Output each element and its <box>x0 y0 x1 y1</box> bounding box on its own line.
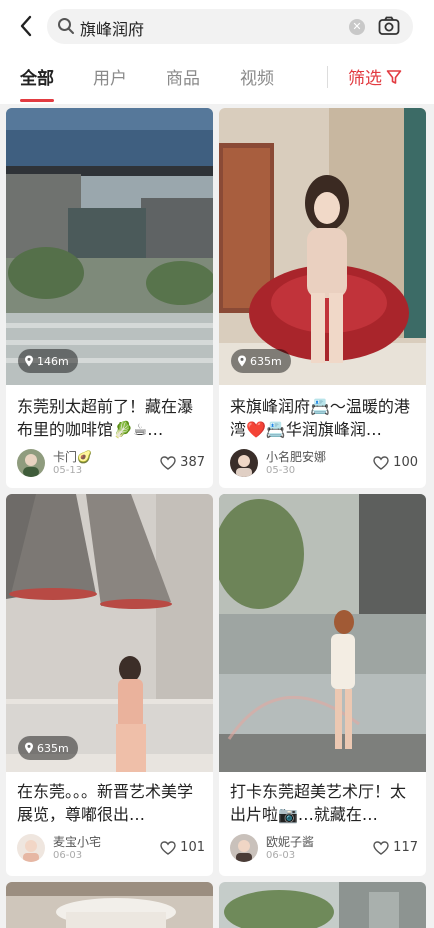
like-button[interactable]: 387 <box>160 455 205 470</box>
author-name[interactable]: 麦宝小宅 <box>53 833 101 850</box>
distance-badge: 146m <box>18 349 78 373</box>
like-count: 101 <box>180 840 205 855</box>
tab-all[interactable]: 全部 <box>20 64 54 89</box>
post-date: 05-13 <box>53 465 83 476</box>
post-title: 打卡东莞超美艺术厅！太出片啦📷…就藏在… <box>230 782 407 824</box>
post-card[interactable]: 146m 东莞别太超前了！藏在瀑布里的咖啡馆🥬☕… 卡门🥑 05-13 387 <box>6 108 213 488</box>
post-card[interactable] <box>6 882 213 928</box>
author-name[interactable]: 小名肥安娜 <box>266 448 326 465</box>
author-name[interactable]: 卡门🥑 <box>53 448 92 465</box>
author-row: 麦宝小宅 06-03 101 <box>17 834 205 864</box>
author-row: 小名肥安娜 05-30 100 <box>230 449 418 479</box>
back-button[interactable] <box>10 10 42 42</box>
avatar[interactable] <box>230 449 258 477</box>
like-count: 387 <box>180 455 205 470</box>
tab-products[interactable]: 商品 <box>166 64 200 89</box>
post-card[interactable] <box>219 882 426 928</box>
post-card[interactable]: 635m 来旗峰润府📇～温暖的港湾❤️📇华润旗峰润… 小名肥安娜 05-30 1… <box>219 108 426 488</box>
tab-divider <box>327 66 328 88</box>
distance-label: 635m <box>37 741 69 755</box>
post-image[interactable] <box>219 494 426 772</box>
distance-label: 635m <box>250 354 282 368</box>
filter-icon <box>386 69 402 84</box>
tab-videos[interactable]: 视频 <box>240 64 274 89</box>
post-image[interactable]: 635m <box>219 108 426 385</box>
avatar[interactable] <box>17 449 45 477</box>
distance-label: 146m <box>37 354 69 368</box>
author-row: 卡门🥑 05-13 387 <box>17 449 205 479</box>
like-count: 100 <box>393 455 418 470</box>
location-pin-icon <box>238 355 246 367</box>
post-date: 06-03 <box>53 850 83 861</box>
active-tab-indicator <box>20 99 54 102</box>
post-title: 东莞别太超前了！藏在瀑布里的咖啡馆🥬☕… <box>17 397 194 439</box>
like-button[interactable]: 101 <box>160 840 205 855</box>
heart-icon <box>373 455 389 470</box>
avatar[interactable] <box>230 834 258 862</box>
like-count: 117 <box>393 840 418 855</box>
post-image[interactable]: 635m <box>6 494 213 772</box>
heart-icon <box>373 840 389 855</box>
filter-button[interactable]: 筛选 <box>348 64 402 89</box>
camera-icon[interactable] <box>378 16 400 36</box>
distance-badge: 635m <box>231 349 291 373</box>
like-button[interactable]: 117 <box>373 840 418 855</box>
location-pin-icon <box>25 355 33 367</box>
post-title: 来旗峰润府📇～温暖的港湾❤️📇华润旗峰润… <box>230 397 410 439</box>
post-card[interactable]: 打卡东莞超美艺术厅！太出片啦📷…就藏在… 欧妮子酱 06-03 117 <box>219 494 426 876</box>
filter-label: 筛选 <box>348 69 382 89</box>
tab-users[interactable]: 用户 <box>93 64 127 89</box>
heart-icon <box>160 840 176 855</box>
author-row: 欧妮子酱 06-03 117 <box>230 834 418 864</box>
chevron-left-icon <box>20 15 32 37</box>
clear-icon[interactable]: ✕ <box>349 19 365 35</box>
post-title: 在东莞。。。新晋艺术美学展览，尊嘟很出… <box>17 782 194 824</box>
search-input[interactable]: 旗峰润府 <box>80 16 144 40</box>
avatar[interactable] <box>17 834 45 862</box>
post-image[interactable] <box>6 882 213 928</box>
post-date: 05-30 <box>266 465 296 476</box>
post-card[interactable]: 635m 在东莞。。。新晋艺术美学展览，尊嘟很出… 麦宝小宅 06-03 101 <box>6 494 213 876</box>
search-icon <box>58 18 74 34</box>
distance-badge: 635m <box>18 736 78 760</box>
post-image[interactable] <box>219 882 426 928</box>
location-pin-icon <box>25 742 33 754</box>
top-bar: 旗峰润府 ✕ 全部 用户 商品 视频 筛选 <box>0 0 434 104</box>
post-image[interactable]: 146m <box>6 108 213 385</box>
post-date: 06-03 <box>266 850 296 861</box>
tab-bar: 全部 用户 商品 视频 筛选 <box>0 56 434 102</box>
search-bar[interactable]: 旗峰润府 ✕ <box>47 9 413 44</box>
heart-icon <box>160 455 176 470</box>
like-button[interactable]: 100 <box>373 455 418 470</box>
author-name[interactable]: 欧妮子酱 <box>266 833 314 850</box>
